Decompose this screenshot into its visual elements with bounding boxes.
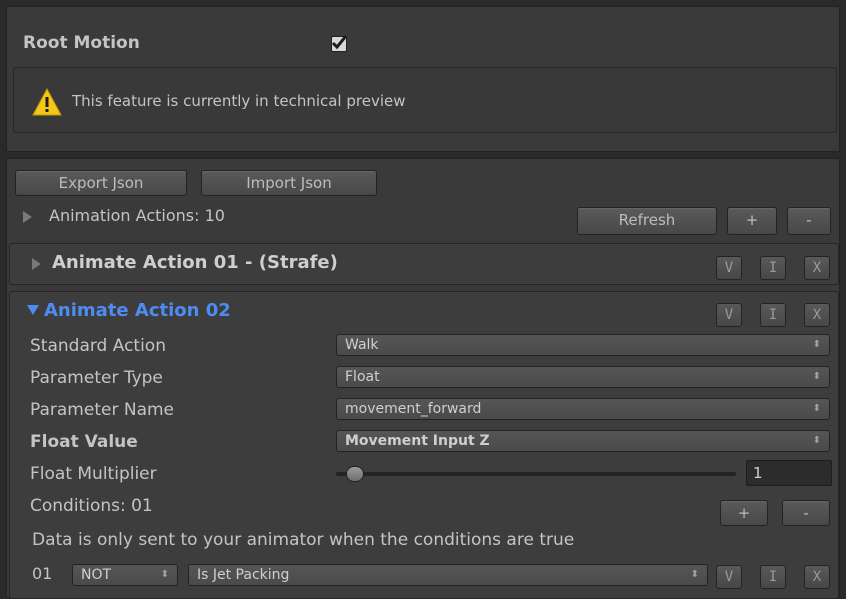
- action-01-x-button[interactable]: X: [804, 256, 830, 280]
- warning-text: This feature is currently in technical p…: [72, 92, 406, 110]
- parameter-name-value: movement_forward: [345, 401, 482, 417]
- float-multiplier-slider-thumb[interactable]: [346, 466, 364, 482]
- conditions-info-text: Data is only sent to your animator when …: [32, 530, 575, 550]
- parameter-type-value: Float: [345, 369, 380, 385]
- float-multiplier-slider-track[interactable]: [336, 472, 736, 476]
- action-01-panel: Animate Action 01 - (Strafe) V I X: [9, 243, 839, 285]
- add-action-button[interactable]: +: [727, 207, 777, 235]
- condition-v-button[interactable]: V: [716, 565, 742, 589]
- float-value-value: Movement Input Z: [345, 433, 490, 449]
- condition-dropdown[interactable]: Is Jet Packing ⬍: [188, 564, 708, 586]
- float-multiplier-field[interactable]: 1: [746, 460, 832, 486]
- dropdown-arrow-icon: ⬍: [812, 371, 821, 382]
- dropdown-arrow-icon: ⬍: [160, 569, 169, 580]
- condition-index: 01: [32, 564, 53, 583]
- action-01-v-button[interactable]: V: [716, 256, 742, 280]
- standard-action-dropdown[interactable]: Walk ⬍: [336, 334, 830, 356]
- condition-x-button[interactable]: X: [804, 565, 830, 589]
- float-multiplier-value: 1: [753, 464, 763, 482]
- import-json-button[interactable]: Import Json: [201, 170, 377, 196]
- action-01-title[interactable]: Animate Action 01 - (Strafe): [52, 252, 338, 273]
- actions-foldout-arrow[interactable]: [23, 211, 32, 223]
- root-motion-panel: Root Motion This feature is currently in…: [6, 6, 840, 152]
- standard-action-value: Walk: [345, 337, 379, 353]
- parameter-name-label: Parameter Name: [30, 400, 175, 420]
- dropdown-arrow-icon: ⬍: [690, 569, 699, 580]
- action-02-v-button[interactable]: V: [716, 303, 742, 327]
- actions-panel: Export Json Import Json Animation Action…: [6, 158, 840, 599]
- add-condition-button[interactable]: +: [720, 500, 768, 526]
- action-01-i-button[interactable]: I: [760, 256, 786, 280]
- float-value-label: Float Value: [30, 432, 138, 452]
- export-json-button[interactable]: Export Json: [15, 170, 187, 196]
- remove-condition-button[interactable]: -: [782, 500, 830, 526]
- condition-value: Is Jet Packing: [197, 567, 290, 583]
- warning-icon: [32, 88, 62, 116]
- actions-count-label[interactable]: Animation Actions: 10: [49, 206, 225, 225]
- dropdown-arrow-icon: ⬍: [812, 339, 821, 350]
- action-01-foldout-arrow[interactable]: [32, 258, 41, 270]
- condition-i-button[interactable]: I: [760, 565, 786, 589]
- float-value-dropdown[interactable]: Movement Input Z ⬍: [336, 430, 830, 452]
- action-02-x-button[interactable]: X: [804, 303, 830, 327]
- checkmark-icon: [331, 35, 347, 50]
- condition-operator-value: NOT: [81, 567, 112, 583]
- condition-operator-dropdown[interactable]: NOT ⬍: [72, 564, 178, 586]
- root-motion-label: Root Motion: [23, 33, 140, 53]
- action-02-panel: Animate Action 02 V I X Standard Action …: [9, 291, 839, 599]
- float-multiplier-label: Float Multiplier: [30, 464, 157, 484]
- standard-action-label: Standard Action: [30, 336, 166, 356]
- conditions-label: Conditions: 01: [30, 496, 153, 516]
- dropdown-arrow-icon: ⬍: [812, 435, 821, 446]
- dropdown-arrow-icon: ⬍: [812, 403, 821, 414]
- parameter-name-dropdown[interactable]: movement_forward ⬍: [336, 398, 830, 420]
- action-02-i-button[interactable]: I: [760, 303, 786, 327]
- expanded-arrow-icon[interactable]: [27, 305, 39, 315]
- refresh-button[interactable]: Refresh: [577, 207, 717, 235]
- parameter-type-dropdown[interactable]: Float ⬍: [336, 366, 830, 388]
- root-motion-checkbox[interactable]: [331, 35, 347, 52]
- warning-box: This feature is currently in technical p…: [13, 67, 837, 133]
- action-02-title[interactable]: Animate Action 02: [44, 300, 231, 321]
- parameter-type-label: Parameter Type: [30, 368, 163, 388]
- remove-action-button[interactable]: -: [787, 207, 831, 235]
